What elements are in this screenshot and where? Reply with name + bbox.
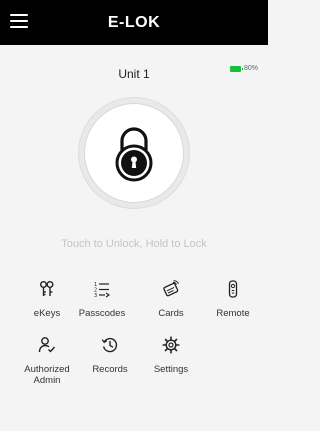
feature-cards[interactable]: Cards: [140, 280, 202, 319]
feature-passcodes[interactable]: 1 2 3 Passcodes: [71, 280, 133, 319]
padlock-icon: [115, 127, 153, 182]
feature-label: Remote: [216, 308, 250, 319]
feature-authorized-admin[interactable]: Authorized Admin: [16, 336, 78, 386]
lock-toggle-button[interactable]: [84, 103, 184, 203]
app-title: E-LOK: [107, 14, 161, 31]
top-bar: E-LOK: [0, 0, 268, 45]
lock-button-ring: [79, 98, 189, 208]
feature-label: Passcodes: [78, 308, 126, 319]
svg-text:3: 3: [94, 293, 97, 298]
lock-hint: Touch to Unlock, Hold to Lock: [61, 238, 207, 250]
feature-ekeys[interactable]: eKeys: [16, 280, 78, 319]
feature-label: Records: [92, 364, 128, 375]
feature-label: Cards: [158, 308, 184, 319]
feature-label: Settings: [153, 364, 189, 375]
cards-icon: [163, 280, 179, 297]
records-icon: [101, 337, 118, 353]
passcodes-icon: 1 2 3: [94, 282, 110, 298]
remote-icon: [228, 280, 238, 298]
battery-level: 80%: [243, 65, 258, 72]
ekeys-icon: [40, 281, 54, 296]
feature-label: eKeys: [33, 308, 61, 319]
authorized-admin-icon: [38, 337, 56, 353]
feature-remote[interactable]: Remote: [202, 280, 264, 319]
settings-icon: [162, 336, 180, 354]
feature-label: Authorized Admin: [24, 364, 70, 386]
feature-settings[interactable]: Settings: [140, 336, 202, 375]
app-screen: E-LOK Unit 1 80% Touch to Unlock, Hold t…: [0, 0, 268, 431]
battery-indicator: 80%: [229, 65, 258, 72]
feature-records[interactable]: Records: [79, 336, 141, 375]
unit-name: Unit 1: [118, 67, 150, 81]
battery-icon: [229, 65, 243, 72]
